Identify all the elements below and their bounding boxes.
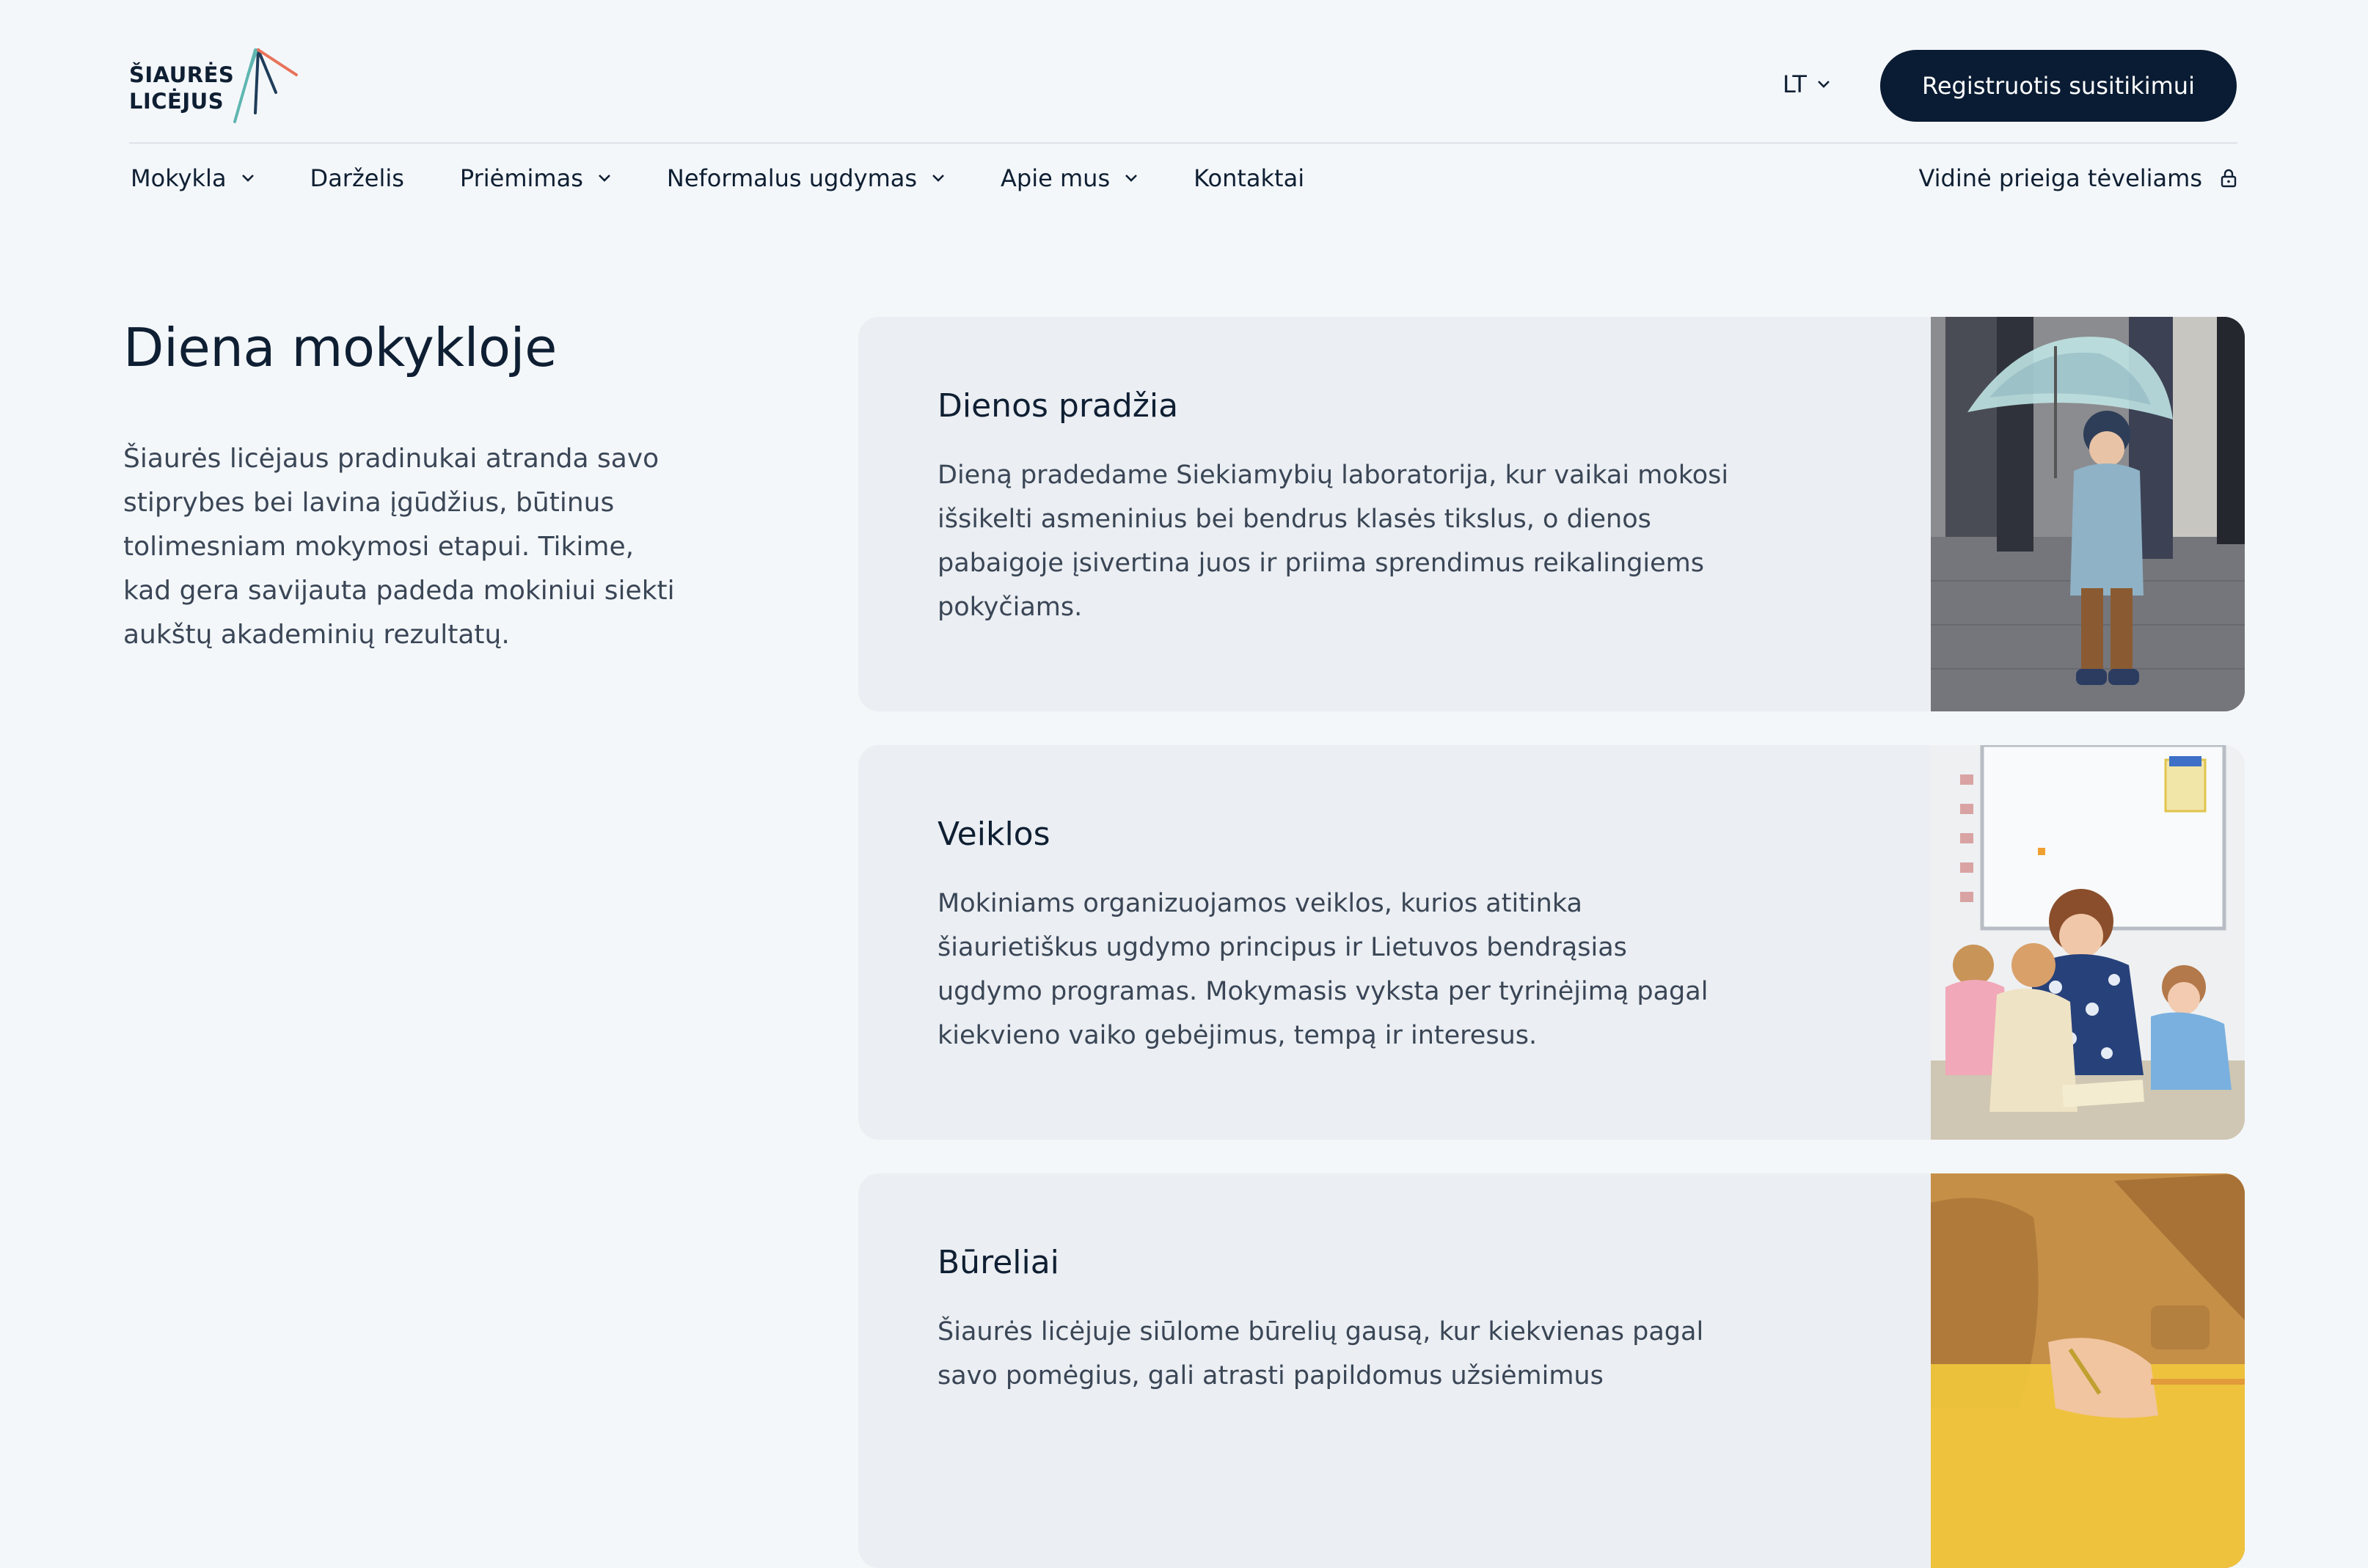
card-veiklos: Veiklos Mokiniams organizuojamos veiklos… [858, 745, 2245, 1140]
card-text: Šiaurės licėjuje siūlome būrelių gausą, … [938, 1317, 1704, 1391]
nav-item-apie-mus[interactable]: Apie mus [1001, 160, 1138, 197]
chevron-down-icon [1818, 81, 1830, 88]
card-bureliai: Būreliai Šiaurės licėjuje siūlome būreli… [858, 1173, 2245, 1568]
nav-item-label: Apie mus [1001, 164, 1111, 192]
register-meeting-button[interactable]: Registruotis susitikimui [1880, 50, 2237, 122]
chevron-down-icon [241, 175, 254, 182]
card-title: Veiklos [938, 816, 1050, 853]
site-logo[interactable]: ŠIAURĖS LICĖJUS [129, 45, 313, 126]
nav-item-priemimas[interactable]: Priėmimas [460, 160, 611, 197]
parent-access-link[interactable]: Vidinė prieiga tėveliams [1918, 160, 2237, 197]
card-text: Dieną pradedame Siekiamybių laboratorija… [938, 461, 1729, 622]
logo-rays-icon [233, 48, 298, 123]
logo-line-2: LICĖJUS [129, 89, 224, 114]
chevron-down-icon [1125, 175, 1138, 182]
nav-item-mokykla[interactable]: Mokykla [131, 160, 255, 197]
nav-item-darzelis[interactable]: Darželis [310, 160, 404, 197]
card-text: Mokiniams organizuojamos veiklos, kurios… [938, 889, 1709, 1050]
card-title: Būreliai [938, 1244, 1059, 1281]
intro-text: Šiaurės licėjaus pradinukai atranda savo… [123, 444, 675, 650]
lock-icon [2221, 169, 2237, 188]
language-label: LT [1783, 70, 1807, 98]
nav-item-label: Mokykla [131, 164, 227, 192]
header-divider [129, 142, 2237, 144]
logo-line-1: ŠIAURĖS [129, 62, 235, 87]
page: ŠIAURĖS LICĖJUS LT Registruotis susitiki… [0, 0, 2368, 1568]
chevron-down-icon [932, 175, 944, 182]
child-with-umbrella-photo [1931, 317, 2245, 711]
nav-item-neformalus-ugdymas[interactable]: Neformalus ugdymas [667, 160, 945, 197]
logo-wordmark: ŠIAURĖS LICĖJUS [129, 62, 234, 114]
page-title: Diena mokykloje [123, 317, 557, 378]
nav-item-label: Priėmimas [459, 164, 583, 192]
card-title: Dienos pradžia [938, 387, 1179, 425]
nav-item-kontaktai[interactable]: Kontaktai [1194, 160, 1304, 197]
child-drawing-photo [1931, 1173, 2245, 1568]
parent-access-label: Vidinė prieiga tėveliams [1918, 164, 2202, 192]
language-selector[interactable]: LT [1783, 70, 1830, 98]
nav-item-label: Kontaktai [1194, 164, 1305, 192]
nav-item-label: Neformalus ugdymas [666, 164, 918, 192]
card-dienos-pradzia: Dienos pradžia Dieną pradedame Siekiamyb… [858, 317, 2245, 711]
teacher-with-children-photo [1931, 745, 2245, 1140]
nav-item-label: Darželis [310, 164, 404, 192]
main-nav: Mokykla Darželis Priėmimas Neformalus ug… [131, 160, 1360, 197]
chevron-down-icon [598, 175, 610, 182]
